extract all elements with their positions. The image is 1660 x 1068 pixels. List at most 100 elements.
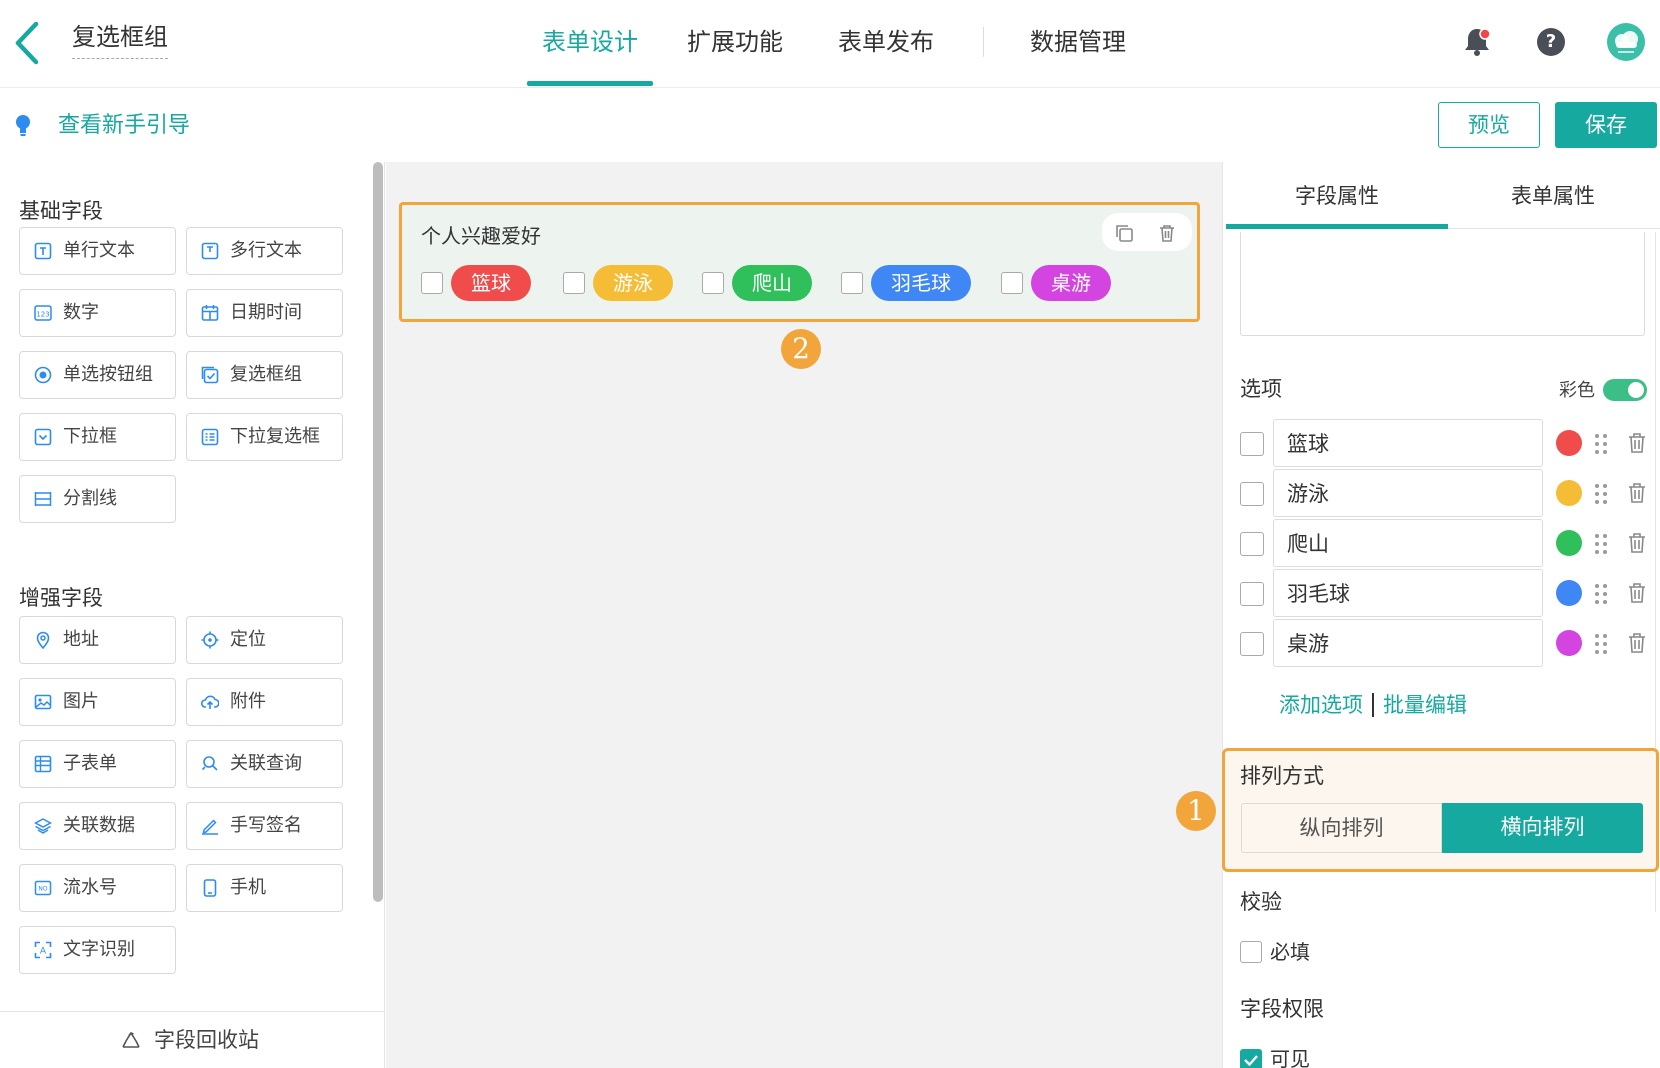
visible-checkbox[interactable] xyxy=(1240,1049,1262,1068)
option-row xyxy=(1240,619,1645,667)
tab-extensions[interactable]: 扩展功能 xyxy=(680,22,790,62)
default-checkbox[interactable] xyxy=(1240,582,1264,606)
horizontal-arrangement-button[interactable]: 横向排列 xyxy=(1442,803,1643,853)
field-label: 地址 xyxy=(63,629,99,650)
option-checkbox[interactable] xyxy=(1001,272,1023,294)
active-tab-indicator xyxy=(527,81,653,86)
field-address[interactable]: 地址 xyxy=(19,616,176,664)
field-label: 多行文本 xyxy=(230,240,302,261)
arrangement-title: 排列方式 xyxy=(1240,764,1324,788)
field-single-line-text[interactable]: 单行文本 xyxy=(19,227,176,275)
delete-icon[interactable] xyxy=(1627,482,1647,504)
default-checkbox[interactable] xyxy=(1240,532,1264,556)
svg-text:123: 123 xyxy=(36,311,49,319)
field-mobile-phone[interactable]: 手机 xyxy=(186,864,343,912)
tab-form-publish[interactable]: 表单发布 xyxy=(831,22,941,62)
option-input[interactable] xyxy=(1273,569,1543,617)
avatar[interactable] xyxy=(1607,23,1645,61)
drag-handle-icon[interactable] xyxy=(1591,482,1611,506)
delete-icon[interactable] xyxy=(1627,532,1647,554)
save-button[interactable]: 保存 xyxy=(1555,102,1657,148)
field-title: 个人兴趣爱好 xyxy=(421,224,541,248)
drag-handle-icon[interactable] xyxy=(1591,632,1611,656)
delete-icon[interactable] xyxy=(1627,582,1647,604)
map-pin-icon xyxy=(36,631,50,649)
default-checkbox[interactable] xyxy=(1240,432,1264,456)
field-serial-number[interactable]: NO 流水号 xyxy=(19,864,176,912)
copy-icon[interactable] xyxy=(1114,223,1134,243)
field-checkbox-group[interactable]: 复选框组 xyxy=(186,351,343,399)
option-badminton[interactable]: 羽毛球 xyxy=(841,265,971,301)
required-checkbox[interactable] xyxy=(1240,941,1262,963)
option-basketball[interactable]: 篮球 xyxy=(421,265,531,301)
option-checkbox[interactable] xyxy=(421,272,443,294)
tab-form-properties[interactable]: 表单属性 xyxy=(1448,178,1658,214)
field-dropdown-checkbox[interactable]: 下拉复选框 xyxy=(186,413,343,461)
recycle-bin-label: 字段回收站 xyxy=(154,1028,259,1052)
drag-handle-icon[interactable] xyxy=(1591,582,1611,606)
option-swimming[interactable]: 游泳 xyxy=(563,265,673,301)
number-icon: 123 xyxy=(34,305,52,321)
arrangement-section: 排列方式 纵向排列 横向排列 xyxy=(1222,748,1659,872)
palette-scrollbar[interactable] xyxy=(373,162,383,902)
vertical-arrangement-button[interactable]: 纵向排列 xyxy=(1241,803,1442,853)
preview-button[interactable]: 预览 xyxy=(1438,102,1540,148)
tab-data-management[interactable]: 数据管理 xyxy=(1023,22,1133,62)
field-datetime[interactable]: 日期时间 xyxy=(186,289,343,337)
delete-icon[interactable] xyxy=(1627,432,1647,454)
delete-icon[interactable] xyxy=(1627,632,1647,654)
option-checkbox[interactable] xyxy=(702,272,724,294)
form-title[interactable]: 复选框组 xyxy=(72,20,168,59)
field-dropdown[interactable]: 下拉框 xyxy=(19,413,176,461)
field-related-data[interactable]: 关联数据 xyxy=(19,802,176,850)
option-board-games[interactable]: 桌游 xyxy=(1001,265,1111,301)
option-color-dot[interactable] xyxy=(1556,430,1582,456)
field-image[interactable]: 图片 xyxy=(19,678,176,726)
batch-edit-link[interactable]: 批量编辑 xyxy=(1383,690,1467,720)
bell-icon[interactable] xyxy=(1462,26,1492,58)
option-input[interactable] xyxy=(1273,619,1543,667)
field-ocr[interactable]: A 文字识别 xyxy=(19,926,176,974)
field-multi-line-text[interactable]: 多行文本 xyxy=(186,227,343,275)
help-icon[interactable]: ? xyxy=(1537,28,1565,56)
option-color-dot[interactable] xyxy=(1556,480,1582,506)
add-option-link[interactable]: 添加选项 xyxy=(1279,690,1363,720)
tab-form-design[interactable]: 表单设计 xyxy=(527,22,653,62)
field-recycle-bin[interactable]: 字段回收站 xyxy=(0,1011,384,1068)
toolbar: 查看新手引导 预览 保存 xyxy=(0,88,1660,162)
field-related-query[interactable]: 关联查询 xyxy=(186,740,343,788)
field-location[interactable]: 定位 xyxy=(186,616,343,664)
option-color-dot[interactable] xyxy=(1556,630,1582,656)
option-input[interactable] xyxy=(1273,419,1543,467)
field-signature[interactable]: 手写签名 xyxy=(186,802,343,850)
description-textarea[interactable] xyxy=(1240,232,1645,336)
field-radio-group[interactable]: 单选按钮组 xyxy=(19,351,176,399)
option-color-dot[interactable] xyxy=(1556,580,1582,606)
textarea-icon xyxy=(201,242,219,260)
phone-icon xyxy=(203,879,217,897)
option-input[interactable] xyxy=(1273,469,1543,517)
field-subform[interactable]: 子表单 xyxy=(19,740,176,788)
option-checkbox[interactable] xyxy=(563,272,585,294)
field-label: 分割线 xyxy=(63,488,117,509)
link-separator xyxy=(1372,693,1374,717)
field-attachment[interactable]: 附件 xyxy=(186,678,343,726)
table-icon xyxy=(34,755,52,773)
default-checkbox[interactable] xyxy=(1240,632,1264,656)
field-number[interactable]: 123 数字 xyxy=(19,289,176,337)
option-color-dot[interactable] xyxy=(1556,530,1582,556)
option-checkbox[interactable] xyxy=(841,272,863,294)
selected-field-card[interactable]: 个人兴趣爱好 篮球 游泳 爬山 羽毛球 桌游 xyxy=(399,202,1200,322)
view-guide-link[interactable]: 查看新手引导 xyxy=(58,110,190,142)
default-checkbox[interactable] xyxy=(1240,482,1264,506)
color-mode-toggle[interactable] xyxy=(1603,379,1647,401)
field-divider[interactable]: 分割线 xyxy=(19,475,176,523)
drag-handle-icon[interactable] xyxy=(1591,532,1611,556)
drag-handle-icon[interactable] xyxy=(1591,432,1611,456)
back-arrow-icon[interactable] xyxy=(6,18,50,68)
field-label: 子表单 xyxy=(63,753,117,774)
option-hiking[interactable]: 爬山 xyxy=(702,265,812,301)
delete-icon[interactable] xyxy=(1157,223,1177,243)
tab-field-properties[interactable]: 字段属性 xyxy=(1226,178,1448,214)
option-input[interactable] xyxy=(1273,519,1543,567)
